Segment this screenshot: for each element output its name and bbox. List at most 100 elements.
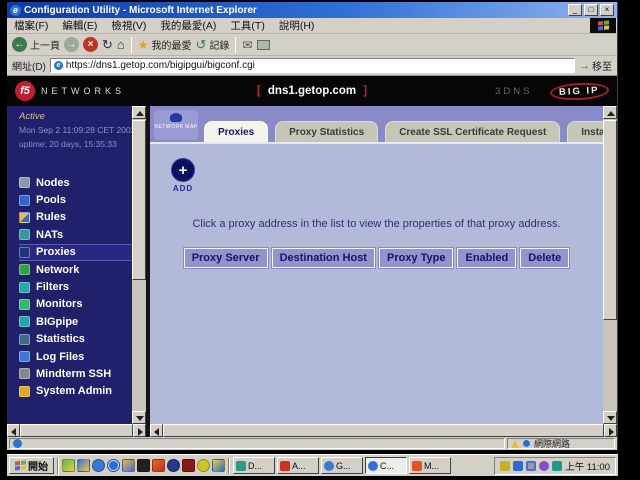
menu-view[interactable]: 檢視(V) [104,18,153,33]
quicklaunch-icon[interactable] [77,459,90,472]
quicklaunch-icon[interactable] [212,459,225,472]
menu-file[interactable]: 檔案(F) [7,18,55,33]
quicklaunch-icon[interactable] [122,459,135,472]
sidebar-item-proxies[interactable]: Proxies [19,244,132,261]
task-button[interactable]: G... [321,457,363,474]
quicklaunch-icon[interactable] [92,459,105,472]
window-titlebar[interactable]: e Configuration Utility - Microsoft Inte… [7,2,617,18]
maximize-button[interactable]: □ [584,4,598,16]
toolbar-separator [235,37,236,53]
sidebar-menu: Nodes Pools Rules NATs Proxies [19,174,132,400]
tab-install-ssl-certificate[interactable]: Install SSL Certif [567,121,603,142]
status-message-panel [9,438,505,449]
tab-proxy-statistics[interactable]: Proxy Statistics [275,121,378,142]
tab-proxies[interactable]: Proxies [204,121,268,142]
sidebar-item-rules[interactable]: Rules [19,209,132,226]
stop-button[interactable]: × [83,37,98,52]
favorites-button[interactable]: ★ 我的最愛 [138,37,192,52]
home-icon: ⌂ [117,37,125,52]
column-header-enabled: Enabled [457,248,516,268]
main-horizontal-scrollbar[interactable] [150,424,617,437]
sidebar-item-mindterm-ssh[interactable]: Mindterm SSH [19,365,132,382]
menu-edit[interactable]: 編輯(E) [55,18,104,33]
network-map-label: NETWORK MAP [154,124,198,130]
quicklaunch-icon[interactable] [197,459,210,472]
sidebar-item-statistics[interactable]: Statistics [19,331,132,348]
scroll-right-button[interactable] [133,424,146,437]
refresh-button[interactable]: ↻ [102,37,113,52]
go-label: 移至 [592,58,612,73]
back-button[interactable]: ← 上一頁 [12,37,60,52]
forward-button[interactable]: → [64,37,79,52]
network-icon [19,264,30,275]
scroll-up-button[interactable] [603,106,617,119]
task-button-active[interactable]: C... [365,457,407,474]
zone-label: 網際網路 [534,437,570,450]
scroll-down-button[interactable] [132,411,146,424]
messenger-icon[interactable] [513,461,523,471]
close-button[interactable]: × [600,4,614,16]
quicklaunch-icon[interactable] [137,459,150,472]
scrollbar-thumb[interactable] [132,120,146,280]
menu-favorites[interactable]: 我的最愛(A) [153,18,223,33]
monitors-icon [19,299,30,310]
go-button[interactable]: → 移至 [579,58,612,73]
scrollbar-thumb[interactable] [163,424,604,437]
home-button[interactable]: ⌂ [117,37,125,52]
sidebar-horizontal-scrollbar[interactable] [7,424,146,437]
quicklaunch-icon[interactable] [167,459,180,472]
task-button[interactable]: M... [409,457,451,474]
main-vertical-scrollbar[interactable] [603,106,617,424]
sidebar-item-nodes[interactable]: Nodes [19,174,132,191]
sidebar-item-nats[interactable]: NATs [19,226,132,243]
windows-logo-icon [598,20,608,30]
menu-tools[interactable]: 工具(T) [223,18,271,33]
sidebar-item-system-admin[interactable]: System Admin [19,383,132,400]
scrollbar-thumb[interactable] [603,120,617,320]
scroll-up-button[interactable] [132,106,146,119]
navigation-sidebar: Active Mon Sep 2 11:09:28 CET 2002 uptim… [7,106,132,424]
mail-button[interactable]: ✉ [242,38,252,52]
sidebar-item-monitors[interactable]: Monitors [19,296,132,313]
sidebar-item-log-files[interactable]: Log Files [19,348,132,365]
refresh-icon: ↻ [102,37,113,52]
scroll-left-button[interactable] [7,424,20,437]
quicklaunch-icon[interactable] [62,459,75,472]
task-button[interactable]: D... [233,457,275,474]
tab-strip: NETWORK MAP Proxies Proxy Statistics Cre… [150,106,603,144]
minimize-button[interactable]: _ [568,4,582,16]
tab-create-ssl-certificate-request[interactable]: Create SSL Certificate Request [385,121,560,142]
nodes-icon [19,177,30,188]
quicklaunch-icon[interactable] [182,459,195,472]
tray-app-icon[interactable] [539,461,549,471]
toolbar-separator [131,37,132,53]
frame-area: Active Mon Sep 2 11:09:28 CET 2002 uptim… [7,106,617,424]
sidebar-item-bigpipe[interactable]: BIGpipe [19,313,132,330]
print-button[interactable] [257,40,270,50]
statistics-icon [19,334,30,345]
display-settings-icon[interactable] [526,461,536,471]
menu-help[interactable]: 說明(H) [272,18,322,33]
system-admin-icon [19,386,30,397]
address-input[interactable] [66,60,571,71]
history-button[interactable]: ↺ 記錄 [196,37,230,53]
task-app-icon [368,461,378,471]
add-button[interactable]: + [171,158,195,182]
scroll-left-button[interactable] [150,424,163,437]
proxies-content: + ADD Click a proxy address in the list … [150,146,603,424]
scrollbar-thumb[interactable] [20,424,133,437]
tray-sync-icon[interactable] [552,461,562,471]
address-label: 網址(D) [12,58,46,73]
scroll-down-button[interactable] [603,411,617,424]
start-button[interactable]: 開始 [9,457,54,474]
sidebar-item-pools[interactable]: Pools [19,191,132,208]
task-button[interactable]: A... [277,457,319,474]
scroll-right-button[interactable] [604,424,617,437]
quicklaunch-icon[interactable] [107,459,120,472]
sidebar-item-network[interactable]: Network [19,261,132,278]
network-map-button[interactable]: NETWORK MAP [154,110,198,140]
sidebar-item-filters[interactable]: Filters [19,278,132,295]
quicklaunch-icon[interactable] [152,459,165,472]
volume-icon[interactable] [500,461,510,471]
sidebar-vertical-scrollbar[interactable] [132,106,146,424]
